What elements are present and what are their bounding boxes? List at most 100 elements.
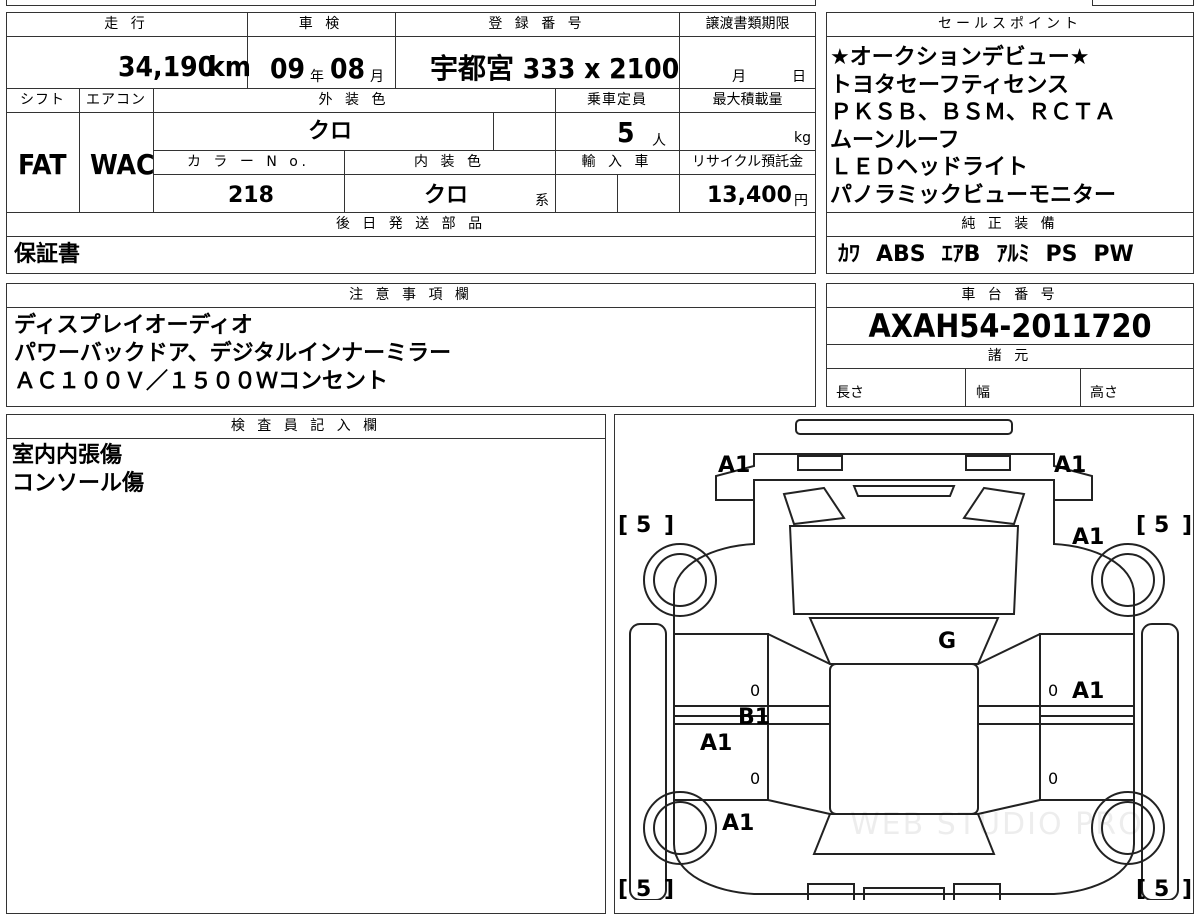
inspection-year: 09 xyxy=(270,52,306,85)
door-mark: 0 xyxy=(1048,681,1058,700)
recycle-label: リサイクル預託金 xyxy=(691,154,804,170)
notes-list: ディスプレイオーディオ パワーバックドア、デジタルインナーミラー ＡＣ１００Ｖ／… xyxy=(14,312,451,396)
front-right-wheel xyxy=(1091,543,1165,617)
inspector-line: コンソール傷 xyxy=(12,471,145,496)
svg-text:[: [ xyxy=(1136,513,1146,538)
width-label: 幅 xyxy=(976,385,990,401)
door-mark: 0 xyxy=(1048,769,1058,788)
capacity-unit: 人 xyxy=(652,133,666,149)
exterior-color-value: クロ xyxy=(308,119,353,144)
height-label: 高さ xyxy=(1090,385,1118,401)
mark-left-front-door-b: B1 xyxy=(738,705,770,730)
right-headlight xyxy=(965,455,1011,471)
sales-point-item: ムーンルーフ xyxy=(830,127,960,153)
notes-label: 注 意 事 項 欄 xyxy=(349,287,473,303)
top-stub-right xyxy=(1092,0,1194,6)
interior-color-value: クロ xyxy=(424,183,469,208)
recycle-unit: 円 xyxy=(794,193,808,209)
equipment-item: ｴｱB xyxy=(941,242,981,267)
recycle-value: 13,400 xyxy=(707,183,792,208)
top-stub-row xyxy=(6,0,816,6)
note-line: ディスプレイオーディオ xyxy=(14,313,253,338)
chassis-label: 車 台 番 号 xyxy=(961,287,1059,303)
interior-color-label: 内 装 色 xyxy=(414,154,485,170)
equipment-item: PS xyxy=(1045,242,1078,267)
inspection-month-unit: 月 xyxy=(370,69,384,85)
front-body xyxy=(715,453,1093,501)
sales-point-item: ★オークションデビュー★ xyxy=(830,45,1090,70)
front-left-wheel xyxy=(643,543,717,617)
svg-text:]: ] xyxy=(664,877,674,900)
tire-front-left: 5 xyxy=(636,513,651,538)
interior-color-unit: 系 xyxy=(535,193,549,209)
equipment-item: ｶﾜ xyxy=(838,242,861,267)
tire-rear-right: 5 xyxy=(1154,877,1169,900)
length-label: 長さ xyxy=(836,385,864,401)
watermark: WEB STUDIO PRO xyxy=(850,807,1144,842)
transfer-doc-label: 譲渡書類期限 xyxy=(705,16,790,32)
left-front-door xyxy=(673,633,769,717)
chassis-value: AXAH54-2011720 xyxy=(868,307,1152,345)
equipment-item: PW xyxy=(1093,242,1134,267)
mark-right-fender: A1 xyxy=(1072,525,1104,550)
transfer-month-unit: 月 xyxy=(732,69,746,85)
roof xyxy=(829,663,979,815)
svg-text:]: ] xyxy=(1182,513,1192,538)
mark-front-left: A1 xyxy=(718,453,750,478)
max-load-label: 最大積載量 xyxy=(712,92,783,108)
windshield xyxy=(808,617,1000,665)
inspection-year-unit: 年 xyxy=(310,69,324,85)
aircon-label: エアコン xyxy=(86,92,146,108)
max-load-unit: kg xyxy=(794,130,811,146)
sales-point-item: トヨタセーフティセンス xyxy=(830,72,1069,98)
shift-label: シフト xyxy=(20,92,65,108)
door-mark: 0 xyxy=(750,681,760,700)
specs-label: 諸 元 xyxy=(987,348,1033,364)
note-line: ＡＣ１００Ｖ／１５００Ｗコンセント xyxy=(14,369,389,394)
inspector-line: 室内内張傷 xyxy=(12,443,123,468)
sales-point-item: ＬＥＤヘッドライト xyxy=(830,155,1029,180)
mark-front-right: A1 xyxy=(1054,453,1086,478)
equipment-item: ABS xyxy=(876,242,926,267)
registration-value: 宇都宮 333 x 2100 xyxy=(430,52,680,85)
equipment-label: 純 正 装 備 xyxy=(961,216,1059,232)
equipment-item: ｱﾙﾐ xyxy=(996,242,1030,267)
sales-points-list: ★オークションデビュー★ トヨタセーフティセンス ＰＫＳＢ、ＢＳＭ、ＲＣＴＡ ム… xyxy=(830,44,1116,209)
sales-points-label: セールスポイント xyxy=(938,16,1082,32)
inspector-notes: 室内内張傷 コンソール傷 xyxy=(12,442,144,498)
later-parts-label: 後 日 発 送 部 品 xyxy=(335,216,487,232)
mark-hood: G xyxy=(938,629,956,654)
mileage-unit: km xyxy=(208,50,251,83)
capacity-value: 5 xyxy=(617,116,635,149)
door-mark: 0 xyxy=(750,769,760,788)
svg-text:[: [ xyxy=(1136,877,1146,900)
tire-rear-left: 5 xyxy=(636,877,651,900)
svg-text:[: [ xyxy=(618,877,628,900)
mark-left-rear: A1 xyxy=(722,811,754,836)
exterior-color-label: 外 装 色 xyxy=(318,92,390,108)
mileage-label: 走 行 xyxy=(104,16,149,32)
svg-text:]: ] xyxy=(1182,877,1192,900)
tire-front-right: 5 xyxy=(1154,513,1169,538)
sales-point-item: パノラミックビューモニター xyxy=(830,182,1117,208)
inspector-label: 検 査 員 記 入 欄 xyxy=(230,418,382,434)
mark-left-front-door-a: A1 xyxy=(700,731,732,756)
equipment-list: ｶﾜ ABS ｴｱB ｱﾙﾐ PS PW xyxy=(838,241,1134,269)
later-parts-value: 保証書 xyxy=(14,242,81,267)
svg-text:[: [ xyxy=(618,513,628,538)
svg-text:]: ] xyxy=(664,513,674,538)
registration-label: 登 録 番 号 xyxy=(488,16,586,32)
hood xyxy=(788,525,1020,615)
aircon-value: WAC xyxy=(90,148,155,181)
shift-value: FAT xyxy=(18,148,67,181)
front-bumper xyxy=(795,419,1013,435)
rear-left-wheel xyxy=(643,791,717,865)
left-headlight xyxy=(797,455,843,471)
color-no-label: カ ラ ー N o. xyxy=(186,154,311,170)
import-label: 輸 入 車 xyxy=(581,154,653,170)
inspection-label: 車 検 xyxy=(298,16,344,32)
car-diagram: [ 5 ] [ 5 ] [ 5 ] [ 5 ] A1 A1 A1 G A1 B1… xyxy=(618,419,1192,900)
color-no-value: 218 xyxy=(228,183,274,208)
capacity-label: 乗車定員 xyxy=(587,92,647,108)
inspection-month: 08 xyxy=(330,52,366,85)
